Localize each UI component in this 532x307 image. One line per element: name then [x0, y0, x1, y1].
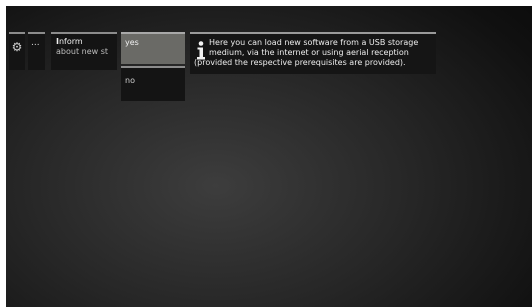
info-panel: Here you can load new software from a US…	[190, 32, 436, 74]
info-text-line2: medium, via the internet or using aerial…	[209, 48, 409, 57]
tv-menu-screen: ⚙ ... Inform about new st yes no Here yo…	[6, 6, 532, 307]
option-yes-label: yes	[125, 38, 139, 47]
option-yes[interactable]: yes	[121, 32, 185, 64]
info-text: Here you can load new software from a US…	[194, 38, 432, 68]
setting-title: Inform	[56, 37, 83, 46]
more-label: ...	[31, 38, 40, 48]
option-no[interactable]: no	[121, 66, 185, 101]
setting-inform-tile[interactable]: Inform about new st	[51, 32, 117, 70]
setting-subtitle: about new st	[56, 47, 109, 56]
settings-tile[interactable]: ⚙	[9, 32, 25, 70]
gear-icon: ⚙	[11, 40, 23, 54]
info-text-line1: Here you can load new software from a US…	[209, 38, 419, 47]
option-no-label: no	[125, 76, 135, 85]
more-tile[interactable]: ...	[28, 32, 45, 70]
info-text-line3: (provided the respective prerequisites a…	[194, 58, 406, 67]
